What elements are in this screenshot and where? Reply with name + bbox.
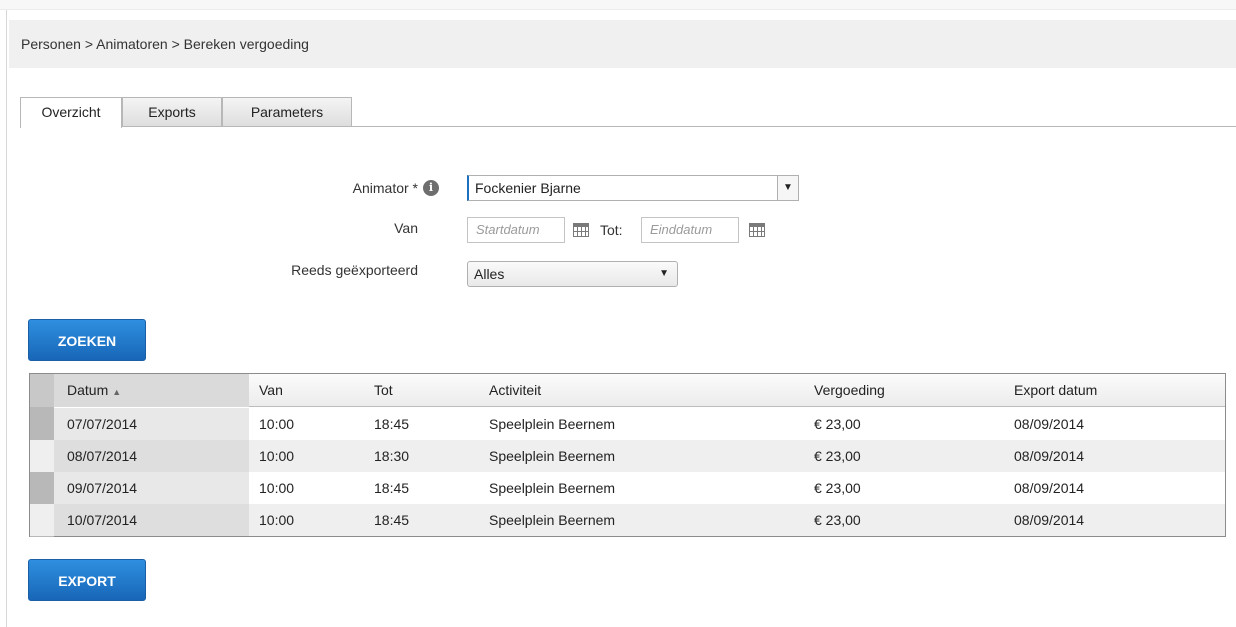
cell-tot: 18:45 <box>374 480 410 496</box>
start-date-input[interactable]: Startdatum <box>467 217 565 243</box>
cell-vergoeding: € 23,00 <box>814 480 861 496</box>
cell-activiteit: Speelplein Beernem <box>489 512 616 528</box>
cell-tot: 18:45 <box>374 416 410 432</box>
cell-activiteit: Speelplein Beernem <box>489 448 616 464</box>
column-header-van[interactable]: Van <box>259 382 283 398</box>
column-header-activiteit[interactable]: Activiteit <box>489 382 541 398</box>
cell-activiteit: Speelplein Beernem <box>489 416 616 432</box>
cell-vergoeding: € 23,00 <box>814 416 861 432</box>
cell-vergoeding: € 23,00 <box>814 512 861 528</box>
header-gutter <box>30 374 54 407</box>
cell-datum: 09/07/2014 <box>67 480 138 496</box>
breadcrumb: Personen > Animatoren > Bereken vergoedi… <box>9 20 1236 68</box>
tab-parameters[interactable]: Parameters <box>222 97 352 126</box>
table-row[interactable]: 09/07/2014 10:00 18:45 Speelplein Beerne… <box>30 472 1225 504</box>
van-label: Van <box>394 220 418 236</box>
cell-activiteit: Speelplein Beernem <box>489 480 616 496</box>
exported-select[interactable]: Alles ▼ <box>467 261 678 287</box>
animator-select[interactable]: Fockenier Bjarne ▼ <box>467 175 799 201</box>
exported-label: Reeds geëxporteerd <box>291 262 418 278</box>
chevron-down-icon[interactable]: ▼ <box>777 176 798 200</box>
calendar-icon[interactable] <box>749 223 765 237</box>
table-header: Datum ▲ Van Tot Activiteit Vergoeding Exp… <box>30 374 1225 407</box>
animator-value: Fockenier Bjarne <box>475 180 581 196</box>
info-icon[interactable]: i <box>423 180 439 196</box>
tot-label: Tot: <box>600 222 623 238</box>
table-row[interactable]: 08/07/2014 10:00 18:30 Speelplein Beerne… <box>30 440 1225 472</box>
table-row[interactable]: 07/07/2014 10:00 18:45 Speelplein Beerne… <box>30 408 1225 440</box>
cell-export-datum: 08/09/2014 <box>1014 480 1085 496</box>
tab-exports[interactable]: Exports <box>122 97 222 126</box>
cell-datum: 08/07/2014 <box>67 448 138 464</box>
column-header-datum[interactable]: Datum ▲ <box>67 382 121 398</box>
cell-van: 10:00 <box>259 416 295 432</box>
cell-export-datum: 08/09/2014 <box>1014 512 1085 528</box>
column-header-vergoeding[interactable]: Vergoeding <box>814 382 885 398</box>
cell-van: 10:00 <box>259 480 295 496</box>
exported-value: Alles <box>474 266 505 282</box>
cell-export-datum: 08/09/2014 <box>1014 416 1085 432</box>
cell-tot: 18:45 <box>374 512 410 528</box>
cell-datum: 07/07/2014 <box>67 416 138 432</box>
export-button[interactable]: EXPORT <box>28 559 146 601</box>
left-border <box>6 10 7 627</box>
column-header-tot[interactable]: Tot <box>374 382 393 398</box>
chevron-down-icon: ▼ <box>659 268 669 279</box>
search-button[interactable]: ZOEKEN <box>28 319 146 361</box>
cell-tot: 18:30 <box>374 448 410 464</box>
end-date-input[interactable]: Einddatum <box>641 217 739 243</box>
tab-divider <box>20 126 1236 127</box>
sort-ascending-icon: ▲ <box>112 387 122 397</box>
table-row[interactable]: 10/07/2014 10:00 18:45 Speelplein Beerne… <box>30 504 1225 536</box>
results-table: Datum ▲ Van Tot Activiteit Vergoeding Exp… <box>29 373 1226 537</box>
tab-overzicht[interactable]: Overzicht <box>20 97 122 128</box>
cell-van: 10:00 <box>259 448 295 464</box>
column-header-export-datum[interactable]: Export datum <box>1014 382 1097 398</box>
calendar-icon[interactable] <box>573 223 589 237</box>
cell-export-datum: 08/09/2014 <box>1014 448 1085 464</box>
cell-datum: 10/07/2014 <box>67 512 138 528</box>
animator-label: Animator * <box>352 180 418 196</box>
cell-van: 10:00 <box>259 512 295 528</box>
cell-vergoeding: € 23,00 <box>814 448 861 464</box>
top-strip <box>0 0 1236 10</box>
column-header-label: Datum <box>67 382 109 398</box>
